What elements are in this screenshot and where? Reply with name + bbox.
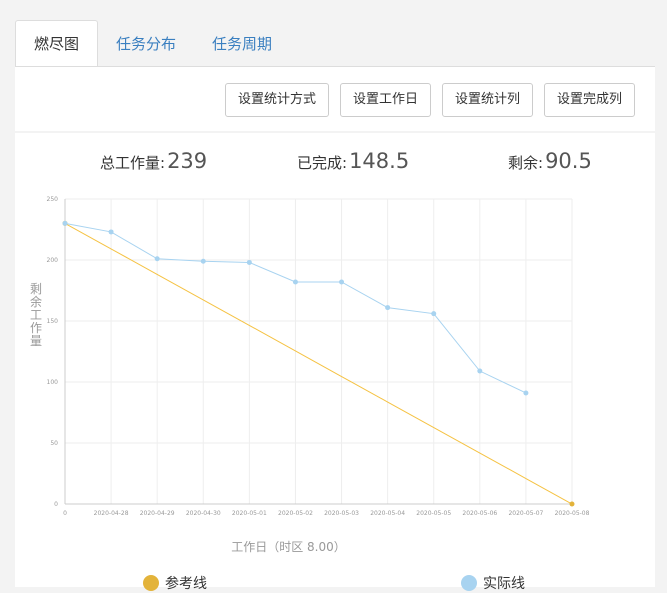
x-tick-label: 2020-04-29 <box>140 510 175 517</box>
series-point-1 <box>339 279 345 285</box>
y-tick-label: 150 <box>47 318 59 325</box>
tab-task-distribution[interactable]: 任务分布 <box>98 22 194 66</box>
legend-actual-dot <box>461 575 477 591</box>
series-line-0 <box>64 222 573 505</box>
series-point-1 <box>108 229 114 235</box>
series-point-1 <box>154 256 160 262</box>
set-done-column-button[interactable]: 设置完成列 <box>543 83 635 117</box>
legend-reference-label: 参考线 <box>165 576 207 592</box>
set-workday-button[interactable]: 设置工作日 <box>339 83 431 117</box>
x-tick-label: 2020-05-03 <box>324 510 359 517</box>
burndown-chart: 0 50 100 150 200 250 0 2020-04-28 2020-04-29 2020… <box>30 196 590 554</box>
set-stat-method-button[interactable]: 设置统计方式 <box>224 83 329 117</box>
series-point-1 <box>523 390 529 396</box>
series-point-1 <box>200 258 206 264</box>
y-axis-title: 剩余工作量 <box>30 282 42 348</box>
tab-task-cycle[interactable]: 任务周期 <box>194 22 290 66</box>
x-tick-label: 2020-05-02 <box>278 510 313 517</box>
legend-reference-dot <box>143 575 159 591</box>
y-tick-label: 200 <box>47 257 59 264</box>
legend-reference[interactable]: 参考线 <box>143 573 207 593</box>
x-tick-label: 2020-05-01 <box>232 510 267 517</box>
series-point-1 <box>246 259 252 265</box>
chart-panel: 总工作量:239 已完成:148.5 剩余:90.5 0 50 100 150 200 2… <box>15 133 655 592</box>
x-tick-label: 2020-05-04 <box>370 510 405 517</box>
tab-bar: 燃尽图 任务分布 任务周期 <box>15 20 290 66</box>
series-point-0 <box>569 501 575 507</box>
toolbar-buttons: 设置统计方式 设置工作日 设置统计列 设置完成列 <box>224 83 635 117</box>
y-tick-label: 50 <box>50 440 58 447</box>
y-tick-label: 250 <box>47 196 59 203</box>
x-tick-label: 2020-04-28 <box>94 510 129 517</box>
set-stat-column-button[interactable]: 设置统计列 <box>441 83 533 117</box>
x-tick-label: 2020-05-07 <box>508 510 543 517</box>
x-tick-label: 2020-04-30 <box>186 510 221 517</box>
series-point-1 <box>431 311 437 317</box>
series-point-1 <box>292 279 298 285</box>
series-point-1 <box>477 368 483 374</box>
y-tick-label: 100 <box>47 379 59 386</box>
y-tick-label: 0 <box>54 501 58 508</box>
x-tick-label: 2020-05-08 <box>555 510 590 517</box>
x-axis-title: 工作日（时区 8.00） <box>231 540 346 554</box>
x-tick-label: 0 <box>63 510 67 517</box>
x-tick-label: 2020-05-06 <box>462 510 497 517</box>
tab-burndown[interactable]: 燃尽图 <box>15 20 99 66</box>
x-tick-label: 2020-05-05 <box>416 510 451 517</box>
legend-actual-label: 实际线 <box>483 576 525 592</box>
series-point-1 <box>385 305 391 311</box>
legend-actual[interactable]: 实际线 <box>461 573 525 593</box>
series-point-1 <box>62 220 68 226</box>
toolbar-panel: 设置统计方式 设置工作日 设置统计列 设置完成列 <box>15 66 655 131</box>
